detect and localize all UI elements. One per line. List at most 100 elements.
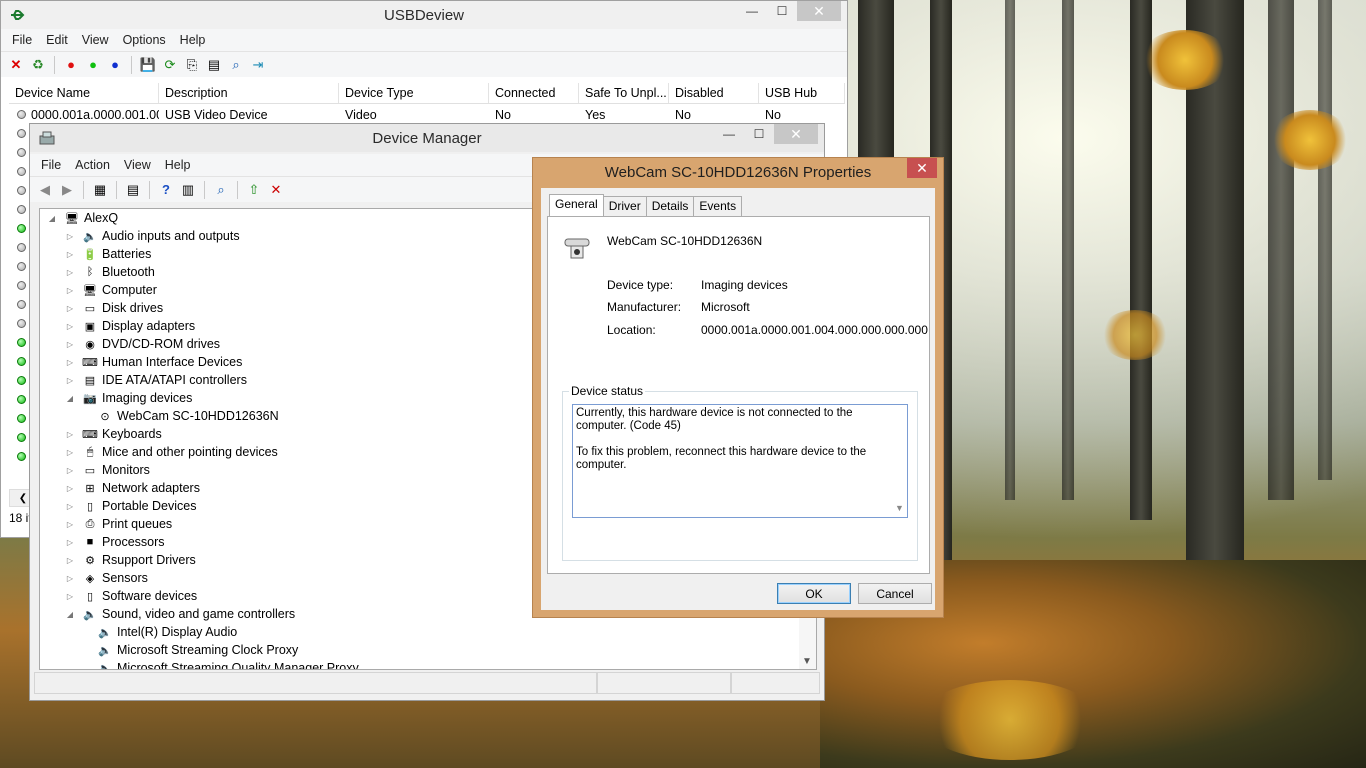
column-description[interactable]: Description [159,83,339,103]
cancel-button[interactable]: Cancel [858,583,932,604]
tree-category-item[interactable]: ▷ ◈ Sensors [64,569,148,587]
expand-arrow-icon[interactable]: ▷ [64,376,76,385]
tree-category-item[interactable]: ▷ ⎙ Print queues [64,515,172,533]
tab-driver[interactable]: Driver [602,196,647,216]
forward-arrow-icon[interactable]: ▶ [58,181,76,199]
expand-arrow-icon[interactable]: ▷ [64,340,76,349]
menu-file[interactable]: File [34,158,68,172]
expand-arrow-icon[interactable]: ▷ [64,538,76,547]
tree-category-item[interactable]: ▷ ▯ Portable Devices [64,497,197,515]
properties-titlebar[interactable]: WebCam SC-10HDD12636N Properties ✕ [533,158,943,187]
expand-arrow-icon[interactable]: ▷ [64,304,76,313]
tree-category-item[interactable]: ▷ 🔋 Batteries [64,245,151,263]
tab-general[interactable]: General [549,194,604,216]
tree-category-item[interactable]: ▷ ⌨ Human Interface Devices [64,353,242,371]
exit-icon[interactable]: ⇥ [249,56,267,74]
back-arrow-icon[interactable]: ◀ [36,181,54,199]
save-icon[interactable]: 💾 [139,56,157,74]
tree-category-item[interactable]: ▷ ▭ Monitors [64,461,150,479]
table-row[interactable]: 0000.001a.0000.001.00... USB Video Devic… [9,106,845,124]
tab-details[interactable]: Details [645,196,695,216]
action-pane-icon[interactable]: ▥ [179,181,197,199]
expand-arrow-icon[interactable]: ▷ [64,430,76,439]
tree-root[interactable]: ◢ 🖥 AlexQ [46,209,118,227]
column-device-name[interactable]: Device Name [9,83,159,103]
expand-arrow-icon[interactable]: ▷ [64,322,76,331]
properties-icon[interactable]: ▤ [205,56,223,74]
expand-arrow-icon[interactable]: ▷ [64,520,76,529]
menu-help[interactable]: Help [173,33,213,47]
tree-category-item[interactable]: ▷ ⊞ Network adapters [64,479,200,497]
copy-icon[interactable]: ⎘ [183,56,201,74]
column-disabled[interactable]: Disabled [669,83,759,103]
column-connected[interactable]: Connected [489,83,579,103]
tree-category-item[interactable]: ▷ 🖱 Mice and other pointing devices [64,443,278,461]
menu-action[interactable]: Action [68,158,117,172]
collapse-arrow-icon[interactable]: ◢ [64,610,76,619]
tree-category-item[interactable]: ▷ 🔈 Audio inputs and outputs [64,227,240,245]
delete-icon[interactable]: ✕ [7,56,25,74]
column-safe-to-unplug[interactable]: Safe To Unpl... [579,83,669,103]
minimize-button[interactable]: — [737,1,767,21]
help-icon[interactable]: ? [157,181,175,199]
close-button[interactable]: ✕ [774,124,818,144]
uninstall-icon[interactable]: ✕ [267,181,285,199]
green-ball-icon[interactable]: ● [84,56,102,74]
tree-category-item[interactable]: ▷ ᛒ Bluetooth [64,263,155,281]
tree-category-item[interactable]: ▷ 🖥 Computer [64,281,157,299]
vertical-scrollbar[interactable]: ▼ [892,406,906,516]
device-manager-titlebar[interactable]: Device Manager — ☐ ✕ [30,124,824,152]
expand-arrow-icon[interactable]: ▷ [64,466,76,475]
collapse-arrow-icon[interactable]: ◢ [64,394,76,403]
expand-arrow-icon[interactable]: ▷ [64,250,76,259]
ok-button[interactable]: OK [777,583,851,604]
tree-category-item[interactable]: ▷ ⌨ Keyboards [64,425,162,443]
tree-category-item[interactable]: ▷ ▤ IDE ATA/ATAPI controllers [64,371,247,389]
tree-child-item[interactable]: 🔈 Microsoft Streaming Quality Manager Pro… [83,659,359,669]
minimize-button[interactable]: — [714,124,744,144]
tree-category-item[interactable]: ▷ ▯ Software devices [64,587,197,605]
tree-category-item[interactable]: ▷ ⚙ Rsupport Drivers [64,551,196,569]
tree-category-item[interactable]: ▷ ▣ Display adapters [64,317,195,335]
menu-view[interactable]: View [117,158,158,172]
expand-arrow-icon[interactable]: ▷ [64,502,76,511]
expand-arrow-icon[interactable]: ▷ [64,592,76,601]
expand-arrow-icon[interactable]: ▷ [64,484,76,493]
red-ball-icon[interactable]: ● [62,56,80,74]
menu-file[interactable]: File [5,33,39,47]
expand-arrow-icon[interactable]: ▷ [64,286,76,295]
close-button[interactable]: ✕ [797,1,841,21]
device-status-textbox[interactable]: Currently, this hardware device is not c… [572,404,908,518]
expand-arrow-icon[interactable]: ▷ [64,268,76,277]
blue-ball-icon[interactable]: ● [106,56,124,74]
expand-arrow-icon[interactable]: ▷ [64,574,76,583]
menu-view[interactable]: View [75,33,116,47]
expand-arrow-icon[interactable]: ▷ [64,556,76,565]
tree-child-item[interactable]: 🔈 Microsoft Streaming Clock Proxy [83,641,298,659]
column-usb-hub[interactable]: USB Hub [759,83,845,103]
recycle-icon[interactable]: ♻ [29,56,47,74]
tree-category-item[interactable]: ▷ ■ Processors [64,533,165,551]
tree-category-item[interactable]: ◢ 🔈 Sound, video and game controllers [64,605,295,623]
expand-arrow-icon[interactable]: ▷ [64,232,76,241]
properties-icon[interactable]: ▤ [124,181,142,199]
tree-child-item[interactable]: 🔈 Intel(R) Display Audio [83,623,237,641]
console-tree-icon[interactable]: ▦ [91,181,109,199]
refresh-icon[interactable]: ⟳ [161,56,179,74]
tree-category-item[interactable]: ▷ ▭ Disk drives [64,299,163,317]
menu-edit[interactable]: Edit [39,33,75,47]
tab-events[interactable]: Events [693,196,743,216]
expand-arrow-icon[interactable]: ▷ [64,358,76,367]
close-button[interactable]: ✕ [907,158,937,178]
column-device-type[interactable]: Device Type [339,83,489,103]
chevron-down-icon[interactable]: ▼ [802,656,812,667]
chevron-down-icon[interactable]: ▼ [895,502,904,515]
tree-category-item[interactable]: ▷ ◉ DVD/CD-ROM drives [64,335,220,353]
maximize-button[interactable]: ☐ [767,1,797,21]
menu-help[interactable]: Help [158,158,198,172]
collapse-arrow-icon[interactable]: ◢ [46,214,58,223]
tree-category-item[interactable]: ◢ 📷 Imaging devices [64,389,192,407]
find-icon[interactable]: ⌕ [227,56,245,74]
maximize-button[interactable]: ☐ [744,124,774,144]
expand-arrow-icon[interactable]: ▷ [64,448,76,457]
